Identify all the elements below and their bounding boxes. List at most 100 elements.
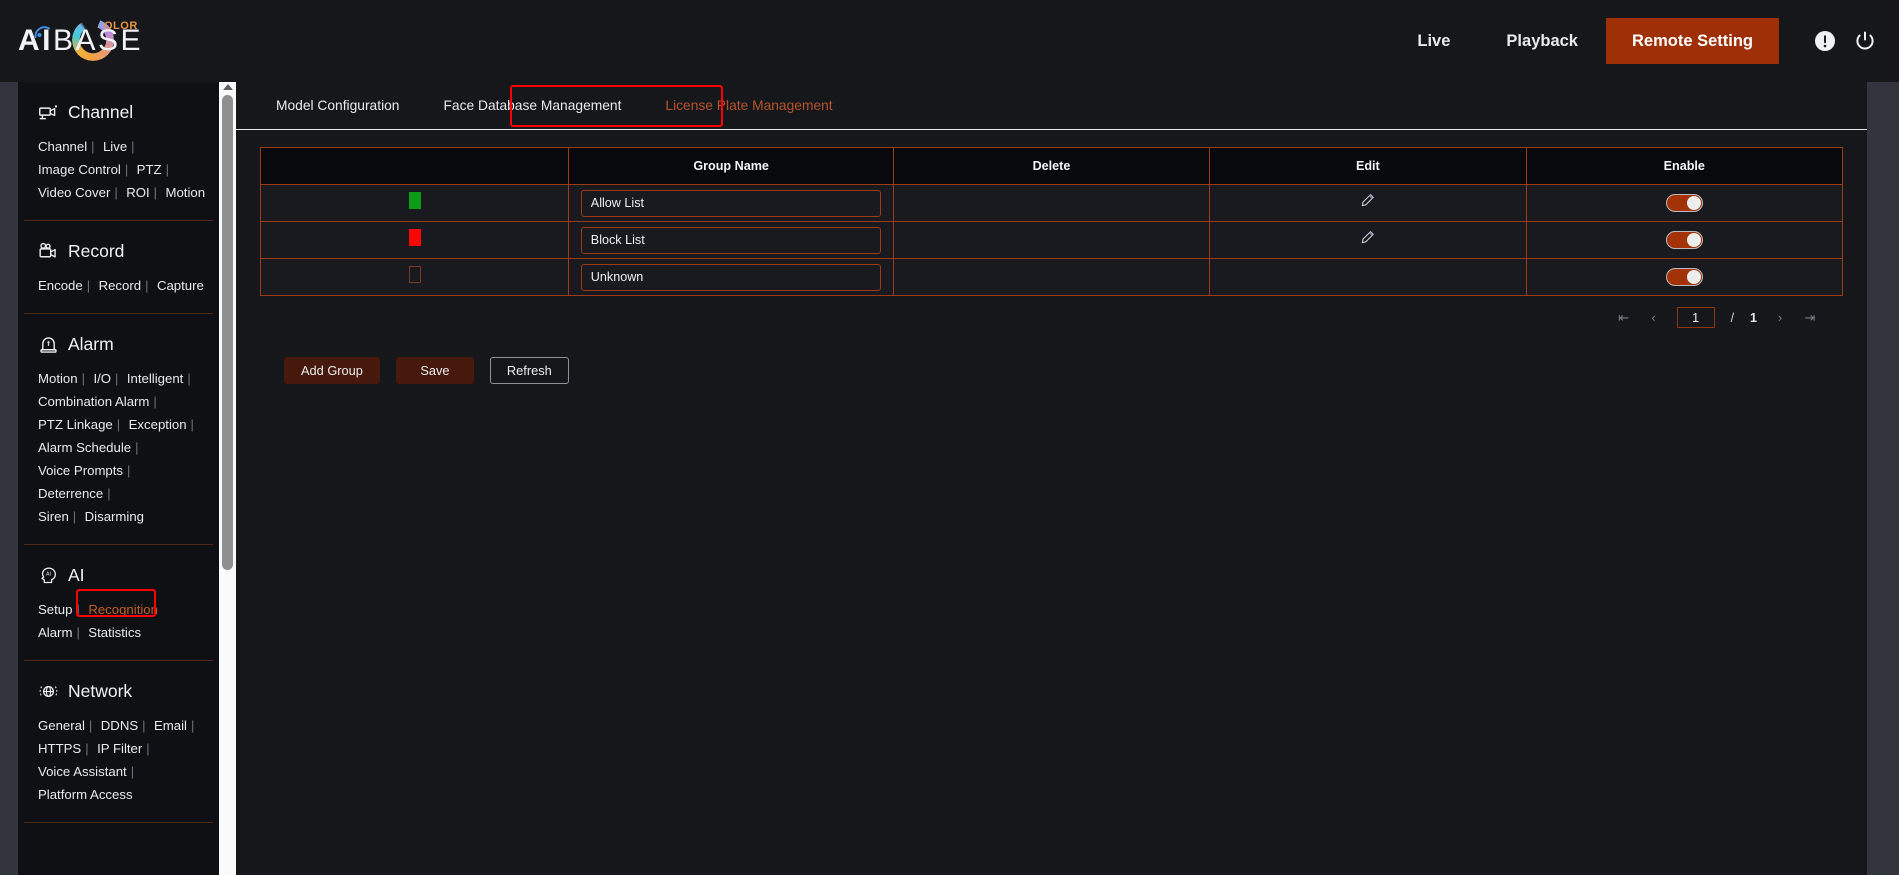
last-page-icon[interactable]: ⇥ — [1803, 310, 1817, 326]
cell-edit — [1209, 184, 1527, 222]
pencil-icon[interactable] — [1360, 193, 1375, 208]
sep: | — [142, 718, 146, 733]
sep: | — [153, 185, 158, 200]
first-page-icon[interactable]: ⇤ — [1617, 310, 1631, 326]
pencil-icon[interactable] — [1360, 230, 1375, 245]
sidebar-section-ai: AI AI Setup | Recognition Alarm | Statisti… — [18, 545, 219, 661]
content-panel: Model Configuration Face Database Manage… — [236, 82, 1867, 875]
cell-edit — [1209, 258, 1527, 296]
sep: | — [88, 718, 93, 733]
col-header-enable: Enable — [1525, 147, 1844, 185]
sidebar-link-alarm-schedule[interactable]: Alarm Schedule — [38, 440, 131, 455]
sidebar-section-header-record: Record — [18, 221, 219, 274]
sidebar-link-combination-alarm[interactable]: Combination Alarm — [38, 394, 149, 409]
color-swatch-allow[interactable] — [408, 192, 421, 209]
cell-group-name — [568, 184, 894, 222]
sidebar-section-title: Alarm — [68, 334, 114, 354]
sidebar-link-motion[interactable]: Motion — [165, 185, 205, 200]
power-icon[interactable] — [1853, 29, 1877, 53]
cell-enable — [1525, 258, 1844, 296]
content-region: Model Configuration Face Database Manage… — [236, 82, 1899, 875]
sidebar-link-exception[interactable]: Exception — [129, 417, 187, 432]
sidebar-link-io[interactable]: I/O — [93, 371, 111, 386]
tab-license-plate-management[interactable]: License Plate Management — [643, 82, 854, 129]
sidebar-section-header-network: Network — [18, 661, 219, 714]
sep: | — [86, 278, 91, 293]
tab-model-configuration[interactable]: Model Configuration — [254, 82, 421, 129]
info-icon[interactable] — [1813, 29, 1837, 53]
cell-delete[interactable] — [892, 184, 1211, 222]
tab-face-database-management[interactable]: Face Database Management — [421, 82, 643, 129]
scroll-up-arrow-icon[interactable] — [222, 84, 233, 90]
group-name-input[interactable] — [580, 226, 882, 254]
tab-bar: Model Configuration Face Database Manage… — [236, 82, 1867, 130]
prev-page-icon[interactable]: ‹ — [1647, 310, 1661, 325]
sidebar-link-disarming[interactable]: Disarming — [85, 509, 144, 524]
group-name-input[interactable] — [580, 189, 882, 217]
sep: | — [145, 278, 149, 293]
color-swatch-block[interactable] — [408, 229, 421, 246]
cell-color — [259, 184, 570, 222]
sidebar-link-ptz[interactable]: PTZ — [137, 162, 162, 177]
cell-color — [259, 221, 570, 259]
sidebar-link-siren[interactable]: Siren — [38, 509, 69, 524]
globe-icon — [39, 685, 58, 698]
sidebar-link-roi[interactable]: ROI — [126, 185, 149, 200]
nav-item-playback[interactable]: Playback — [1478, 0, 1606, 82]
sidebar-link-encode[interactable]: Encode — [38, 278, 83, 293]
sidebar-link-video-cover[interactable]: Video Cover — [38, 185, 110, 200]
group-name-input[interactable] — [580, 263, 882, 291]
add-group-button[interactable]: Add Group — [284, 357, 380, 384]
sidebar-link-deterrence[interactable]: Deterrence — [38, 486, 103, 501]
toggle-knob — [1686, 195, 1701, 210]
refresh-button[interactable]: Refresh — [489, 357, 569, 384]
sidebar-link-record[interactable]: Record — [99, 278, 142, 293]
sidebar-link-email[interactable]: Email — [154, 718, 187, 733]
enable-toggle[interactable] — [1665, 267, 1703, 286]
sidebar-link-statistics[interactable]: Statistics — [88, 625, 141, 640]
sidebar-link-live[interactable]: Live — [103, 139, 127, 154]
scrollbar-thumb[interactable] — [222, 95, 233, 570]
sidebar-links-record: Encode | Record | Capture — [18, 274, 219, 313]
next-page-icon[interactable]: › — [1773, 310, 1787, 325]
sidebar-link-capture[interactable]: Capture — [157, 278, 204, 293]
color-swatch-unknown[interactable] — [408, 266, 421, 283]
siren-icon — [40, 337, 57, 353]
header-icon-group — [1813, 29, 1877, 53]
sidebar-link-platform-access[interactable]: Platform Access — [38, 787, 133, 802]
sidebar-link-voice-prompts[interactable]: Voice Prompts — [38, 463, 123, 478]
sep: | — [187, 371, 191, 386]
cell-delete[interactable] — [892, 221, 1211, 259]
save-button[interactable]: Save — [395, 357, 474, 384]
sidebar-link-intelligent[interactable]: Intelligent — [127, 371, 183, 386]
sep: | — [165, 162, 169, 177]
enable-toggle[interactable] — [1665, 230, 1703, 249]
sidebar-link-alarm[interactable]: Alarm — [38, 625, 72, 640]
table-row — [259, 258, 1844, 296]
sidebar-link-https[interactable]: HTTPS — [38, 741, 81, 756]
sidebar-link-voice-assistant[interactable]: Voice Assistant — [38, 764, 127, 779]
enable-toggle[interactable] — [1665, 193, 1703, 212]
sidebar-link-setup[interactable]: Setup — [38, 602, 72, 617]
nav-item-remote-setting[interactable]: Remote Setting — [1605, 18, 1779, 64]
sidebar-link-image-control[interactable]: Image Control — [38, 162, 121, 177]
sidebar-link-general[interactable]: General — [38, 718, 85, 733]
sidebar-link-ddns[interactable]: DDNS — [101, 718, 138, 733]
page-number-input[interactable] — [1676, 307, 1715, 328]
sidebar-link-motion[interactable]: Motion — [38, 371, 78, 386]
sidebar-links-alarm: Motion | I/O | Intelligent | Combination Al… — [18, 367, 219, 544]
sidebar-links-channel: Channel | Live | Image Control | PTZ | Video… — [18, 135, 219, 220]
sidebar-scrollbar[interactable] — [219, 82, 236, 875]
sidebar-link-channel[interactable]: Channel — [38, 139, 87, 154]
license-plate-group-table: Group Name Delete Edit Enable — [259, 147, 1844, 296]
nav-item-live[interactable]: Live — [1389, 0, 1478, 82]
toggle-knob — [1686, 232, 1701, 247]
sidebar-link-ip-filter[interactable]: IP Filter — [97, 741, 142, 756]
sidebar-section-header-ai: AI AI — [18, 545, 219, 598]
sidebar-link-ptz-linkage[interactable]: PTZ Linkage — [38, 417, 113, 432]
sidebar-link-recognition[interactable]: Recognition — [88, 602, 158, 617]
sep: | — [124, 162, 129, 177]
cell-delete[interactable] — [892, 258, 1211, 296]
sidebar-divider — [24, 822, 213, 823]
sidebar-section-header-alarm: Alarm — [18, 314, 219, 367]
